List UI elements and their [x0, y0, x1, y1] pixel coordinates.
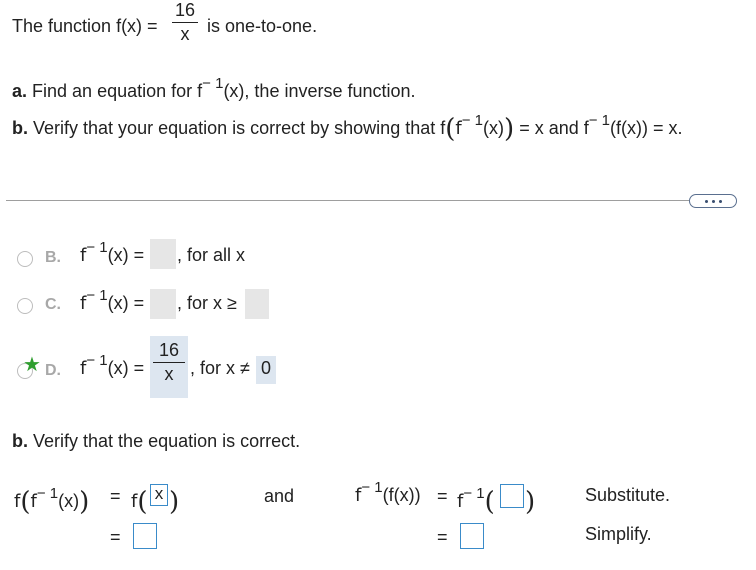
option-d-condition: , for x ≠ [190, 358, 250, 378]
option-d-expression: f− 1(x) = [80, 352, 145, 379]
verify-left-equals-1: = [110, 486, 121, 506]
radio-option-b[interactable] [17, 251, 33, 267]
verify-heading: b. Verify that the equation is correct. [12, 431, 300, 452]
verify-left-rhs-close: ) [169, 484, 180, 517]
option-b-arg: (x) = [107, 245, 145, 265]
part-b-line: b. Verify that your equation is correct … [12, 111, 683, 144]
verify-left-sup: − 1 [36, 485, 59, 502]
verify-heading-text: Verify that the equation is correct. [33, 431, 301, 451]
paren-close: ) [504, 114, 515, 144]
more-options-button[interactable] [689, 194, 737, 208]
option-c-condition: , for x ≥ [177, 293, 237, 313]
verify-right-rhs-close: ) [525, 484, 536, 517]
intro-prefix: The function f(x) = [12, 16, 158, 36]
part-b-text4: = x and f [519, 118, 589, 138]
simplify-label: Simplify. [585, 524, 652, 544]
option-d-fraction: 16 x [153, 340, 185, 384]
part-a-line: a. Find an equation for f− 1(x), the inv… [12, 75, 416, 102]
section-divider [6, 200, 689, 201]
option-d-numerator: 16 [158, 340, 180, 360]
option-c-condition-blank [245, 289, 269, 319]
option-d-condition-value: 0 [261, 358, 272, 378]
part-b-text2: f [455, 118, 462, 139]
part-b-sup2: − 1 [588, 112, 611, 129]
verify-heading-label: b. [12, 431, 28, 451]
verify-left-simplify-input[interactable] [133, 523, 157, 549]
option-c-sup: − 1 [86, 287, 108, 304]
option-b-expression: f− 1(x) = [80, 239, 145, 266]
verify-left-arg: (x) [58, 491, 80, 511]
paren-open: ( [445, 114, 456, 144]
intro-denominator: x [180, 24, 190, 44]
verify-right-equals-1: = [437, 486, 448, 506]
part-b-text1: Verify that your equation is correct by … [33, 118, 446, 138]
dot-icon [718, 199, 722, 203]
intro-fraction: 16 x [172, 0, 199, 44]
verify-left-expression: f(f− 1(x)) [14, 484, 90, 517]
option-b-letter: B. [45, 249, 61, 266]
option-d-denominator: x [164, 364, 174, 384]
verify-left-inner-f: f [30, 491, 37, 512]
part-a-text-before: Find an equation for f [32, 81, 203, 101]
paren-open: ( [20, 487, 31, 517]
radio-option-c[interactable] [17, 298, 33, 314]
intro-suffix: is one-to-one. [207, 16, 318, 36]
option-d-sup: − 1 [86, 352, 108, 369]
verify-right-arg: (f(x)) [382, 485, 421, 505]
paren-close: ) [169, 487, 180, 517]
substitute-label: Substitute. [585, 485, 671, 505]
verify-right-simplify-input[interactable] [460, 523, 484, 549]
verify-left-equals-2: = [110, 527, 121, 547]
option-d-arg: (x) = [107, 358, 145, 378]
verify-left-substitute-input[interactable]: x [150, 484, 168, 506]
paren-close: ) [525, 487, 536, 517]
option-c-expression: f− 1(x) = [80, 287, 145, 314]
part-b-text3: (x) [483, 118, 505, 138]
verify-right-equals-2: = [437, 527, 448, 547]
option-c-arg: (x) = [107, 293, 145, 313]
option-b-condition: , for all x [177, 245, 246, 265]
part-a-label: a. [12, 81, 28, 101]
part-a-superscript: − 1 [202, 75, 224, 92]
intro-numerator: 16 [175, 0, 196, 20]
fraction-bar [153, 362, 185, 363]
part-b-label: b. [12, 118, 28, 138]
option-d-letter: D. [45, 362, 61, 379]
option-b-sup: − 1 [86, 239, 108, 256]
star-icon: ★ [23, 354, 41, 376]
verify-right-rhs-sup: − 1 [463, 485, 485, 502]
dot-icon [711, 199, 715, 203]
paren-open: ( [137, 487, 148, 517]
verify-right-sup: − 1 [361, 479, 383, 496]
part-a-text-after: (x), the inverse function. [223, 81, 416, 101]
verify-right-substitute-input[interactable] [500, 484, 524, 508]
verify-right-expression: f− 1(f(x)) [355, 479, 421, 506]
dot-icon [704, 199, 708, 203]
part-b-text5: (f(x)) = x. [610, 118, 683, 138]
fraction-bar [172, 22, 199, 23]
option-c-answer-blank [150, 289, 176, 319]
verify-right-rhs: f− 1( [457, 484, 495, 517]
option-b-answer-blank [150, 239, 176, 269]
paren-close: ) [79, 487, 90, 517]
and-label: and [264, 486, 295, 506]
part-b-sup1: − 1 [461, 112, 484, 129]
option-c-letter: C. [45, 296, 61, 313]
verify-left-rhs: f( [131, 484, 148, 517]
paren-open: ( [484, 487, 495, 517]
